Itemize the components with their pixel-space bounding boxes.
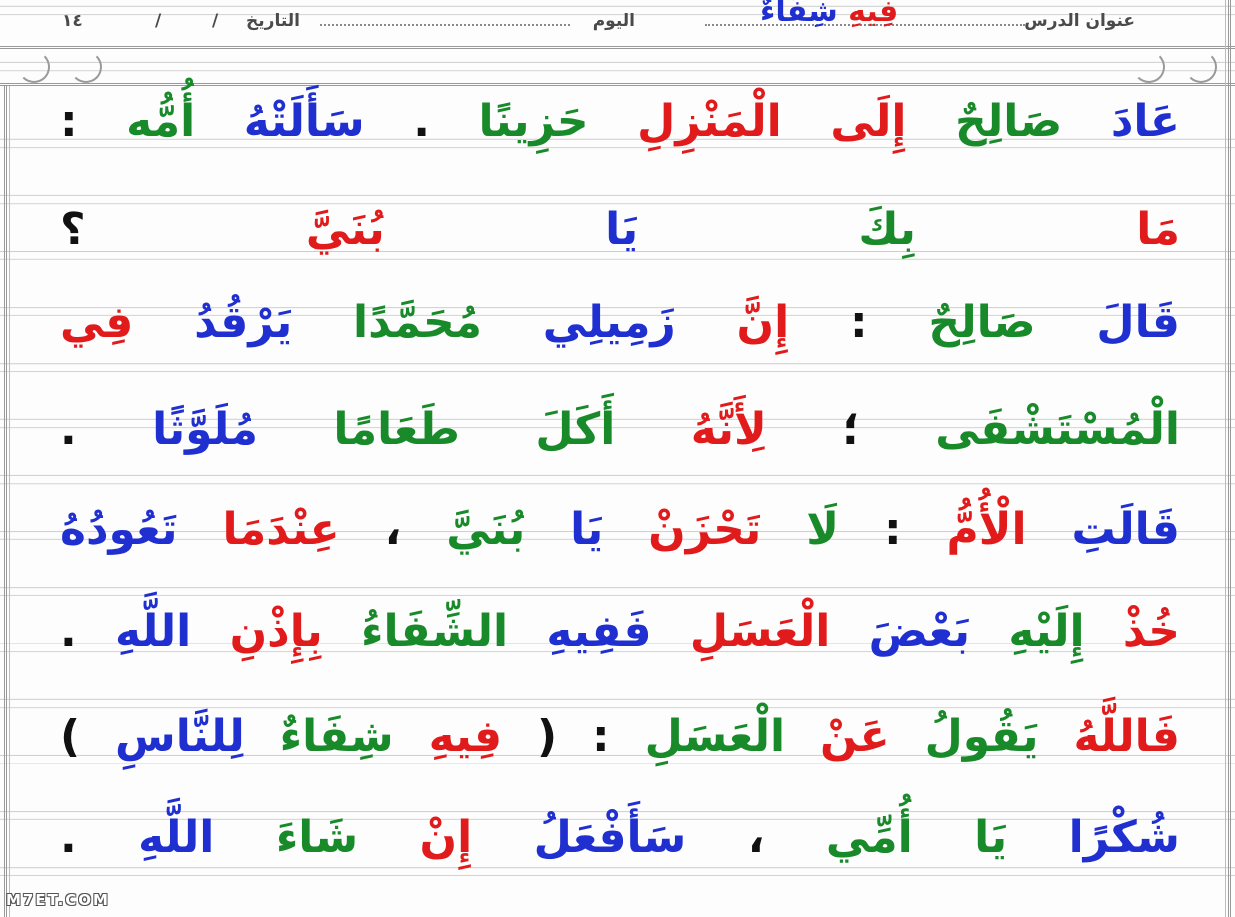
word: اللَّهِ — [115, 606, 192, 657]
word: ، — [384, 504, 402, 555]
word: ؟ — [60, 204, 86, 255]
word: شَاءَ — [275, 812, 359, 863]
word: الْمَنْزِلِ — [637, 96, 782, 147]
word: مُلَوَّثًا — [152, 404, 258, 455]
word: تَحْزَنْ — [648, 504, 762, 555]
date-label: التاريخ — [246, 11, 300, 31]
word: سَأَفْعَلُ — [533, 812, 687, 863]
word: . — [60, 606, 77, 657]
word: إِلَى — [830, 96, 907, 147]
word: يَا — [605, 204, 639, 255]
word: فِيهِ — [428, 711, 503, 762]
word: فَاللَّهُ — [1073, 711, 1180, 762]
text-line: فَاللَّهُ يَقُولُ عَنْ الْعَسَلِ : ( فِي… — [60, 707, 1180, 767]
word: اللَّهِ — [138, 812, 215, 863]
text-line: خُذْ إِلَيْهِ بَعْضَ الْعَسَلِ فَفِيهِ ا… — [60, 602, 1180, 662]
word: مُحَمَّدًا — [353, 297, 482, 348]
text-line: شُكْرًا يَا أُمِّي ، سَأَفْعَلُ إِنْ شَا… — [60, 808, 1180, 868]
lesson-title: فِيهِ شِفَاءٌ — [760, 0, 898, 29]
word: قَالَتِ — [1071, 504, 1180, 555]
word: عَادَ — [1110, 96, 1180, 147]
word: صَالِحٌ — [928, 297, 1036, 348]
word: خُذْ — [1122, 606, 1180, 657]
decorative-frame-left — [4, 86, 10, 917]
word: تَعُودُهُ — [60, 504, 178, 555]
word: يَقُولُ — [924, 711, 1039, 762]
word: أَكَلَ — [535, 404, 616, 455]
word: الْعَسَلِ — [689, 606, 831, 657]
word: الشِّفَاءُ — [361, 606, 509, 657]
word: لَا — [806, 504, 840, 555]
word: : — [60, 96, 78, 147]
word: حَزِينًا — [478, 96, 589, 147]
word: الْعَسَلِ — [644, 711, 786, 762]
word: الْمُسْتَشْفَى — [935, 404, 1180, 455]
text-line: قَالَ صَالِحٌ : إِنَّ زَمِيلِي مُحَمَّدً… — [60, 293, 1180, 353]
lesson-number: ١٤ — [62, 11, 83, 31]
word: : — [849, 297, 868, 348]
word: ) — [60, 711, 81, 762]
word: ، — [747, 812, 765, 863]
text-line: قَالَتِ الْأُمُّ : لَا تَحْزَنْ يَا بُنَ… — [60, 500, 1180, 560]
word: أُمُّه — [126, 96, 196, 147]
lesson-label: عنوان الدرس — [1024, 11, 1135, 31]
ornament-swirl-icon — [70, 51, 102, 83]
word: بِكَ — [858, 204, 916, 255]
word: سَأَلَتْهُ — [243, 96, 365, 147]
word: قَالَ — [1096, 297, 1180, 348]
word: إِنْ — [419, 812, 473, 863]
word: يَرْقُدُ — [194, 297, 293, 348]
word: . — [60, 812, 77, 863]
word: الْأُمُّ — [946, 504, 1027, 555]
ornament-swirl-icon — [18, 51, 50, 83]
word: يَا — [570, 504, 604, 555]
word: : — [883, 504, 902, 555]
word: بَعْضَ — [868, 606, 971, 657]
text-line: الْمُسْتَشْفَى ؛ لِأَنَّهُ أَكَلَ طَعَام… — [60, 400, 1180, 460]
worksheet-header: عنوان الدرس اليوم التاريخ / / ١٤ — [0, 0, 1235, 44]
text-line: مَا بِكَ يَا بُنَيَّ ؟ — [60, 200, 1180, 260]
decorative-frame-top — [0, 46, 1235, 86]
watermark: M7ET.COM — [6, 891, 110, 909]
title-word — [838, 0, 848, 29]
word: بُنَيَّ — [446, 504, 526, 555]
word: فَفِيهِ — [546, 606, 652, 657]
decorative-frame-right — [1225, 0, 1231, 917]
word: ؛ — [842, 404, 860, 455]
word: إِلَيْهِ — [1008, 606, 1085, 657]
word: إِنَّ — [736, 297, 790, 348]
word: . — [413, 96, 430, 147]
text-line: عَادَ صَالِحٌ إِلَى الْمَنْزِلِ حَزِينًا… — [60, 92, 1180, 152]
word: أُمِّي — [825, 812, 913, 863]
word: بُنَيَّ — [305, 204, 385, 255]
word: لِأَنَّهُ — [690, 404, 767, 455]
word: بِإِذْنِ — [229, 606, 323, 657]
word: ( — [536, 711, 558, 762]
title-word: شِفَاءٌ — [760, 0, 838, 29]
word: مَا — [1136, 204, 1180, 255]
word: يَا — [974, 812, 1008, 863]
word: عَنْ — [820, 711, 890, 762]
ornament-swirl-icon — [1133, 51, 1165, 83]
word: شُكْرًا — [1068, 812, 1180, 863]
word: لِلنَّاسِ — [115, 711, 245, 762]
date-slash-1: / — [155, 11, 162, 31]
date-slash-2: / — [212, 11, 219, 31]
word: فِي — [60, 297, 134, 348]
word: . — [60, 404, 77, 455]
word: عِنْدَمَا — [222, 504, 340, 555]
title-word: فِيهِ — [848, 0, 899, 29]
word: : — [592, 711, 610, 762]
day-dotted-line — [320, 22, 570, 26]
word: طَعَامًا — [333, 404, 460, 455]
word: صَالِحٌ — [954, 96, 1063, 147]
ornament-swirl-icon — [1185, 51, 1217, 83]
day-label: اليوم — [592, 11, 635, 31]
word: زَمِيلِي — [542, 297, 676, 348]
word: شِفَاءٌ — [279, 711, 394, 762]
